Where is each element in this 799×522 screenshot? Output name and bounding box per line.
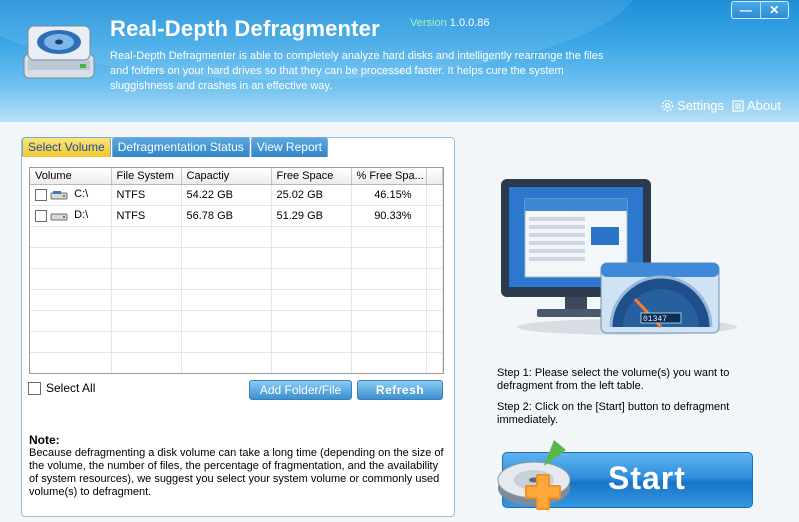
refresh-button[interactable]: Refresh	[357, 380, 443, 400]
settings-link[interactable]: Settings	[661, 98, 724, 113]
empty-row	[30, 226, 443, 248]
volume-name: C:\	[74, 188, 89, 201]
start-label: Start	[608, 460, 686, 496]
file-system-cell: NTFS	[111, 205, 182, 227]
monitor-gauge-illustration: 01347	[501, 179, 737, 335]
tab-view-report[interactable]: View Report	[250, 137, 328, 157]
app-description: Real-Depth Defragmenter is able to compl…	[110, 50, 604, 92]
col-percent-free[interactable]: % Free Spa...	[351, 168, 427, 185]
tab-select-volume[interactable]: Select Volume	[22, 137, 111, 157]
volume-name: D:\	[74, 209, 89, 222]
note-section: Note: Because defragmenting a disk volum…	[29, 434, 449, 499]
volume-cell: D:\	[30, 205, 112, 227]
empty-row	[30, 352, 443, 373]
percent-free-cell: 46.15%	[351, 184, 427, 206]
odometer-readout: 01347	[643, 315, 667, 324]
version-info: Version 1.0.0.86	[410, 17, 490, 29]
select-all-checkbox[interactable]	[28, 381, 41, 395]
close-button[interactable]: ✕	[759, 2, 789, 18]
hard-drive-icon	[50, 190, 68, 200]
document-icon	[732, 99, 744, 112]
about-link[interactable]: About	[732, 98, 781, 113]
col-file-system[interactable]: File System	[111, 168, 182, 185]
col-volume[interactable]: Volume	[30, 168, 112, 185]
empty-row	[30, 289, 443, 311]
version-number: 1.0.0.86	[449, 17, 490, 29]
hard-drive-icon	[50, 213, 68, 221]
table-row[interactable]: C:\ NTFS 54.22 GB 25.02 GB 46.15%	[30, 184, 443, 206]
col-capacity[interactable]: Capactiy	[181, 168, 272, 185]
header-links: Settings About	[661, 98, 781, 113]
disk-logo-icon	[23, 25, 95, 79]
minimize-button[interactable]: —	[732, 2, 760, 18]
empty-row	[30, 247, 443, 269]
col-filler	[426, 168, 443, 185]
version-label: Version	[410, 17, 447, 29]
gear-icon	[661, 99, 674, 112]
step-1-text: Step 1: Please select the volume(s) you …	[497, 367, 730, 392]
select-all[interactable]: Select All	[28, 381, 95, 395]
note-text: Because defragmenting a disk volume can …	[29, 447, 444, 498]
app-header: Real-Depth Defragmenter Version 1.0.0.86…	[0, 0, 799, 122]
note-title: Note:	[29, 433, 60, 447]
free-space-cell: 25.02 GB	[271, 184, 352, 206]
filler-cell	[426, 205, 443, 227]
disk-plus-icon	[497, 440, 571, 510]
settings-label: Settings	[677, 98, 725, 113]
capacity-cell: 54.22 GB	[181, 184, 272, 206]
tab-defragmentation-status[interactable]: Defragmentation Status	[111, 137, 250, 157]
file-system-cell: NTFS	[111, 184, 182, 206]
empty-row	[30, 310, 443, 332]
tab-bar: Select Volume Defragmentation Status Vie…	[22, 137, 329, 157]
table-row[interactable]: D:\ NTFS 56.78 GB 51.29 GB 90.33%	[30, 205, 443, 227]
select-all-label: Select All	[46, 381, 96, 395]
filler-cell	[426, 184, 443, 206]
empty-row	[30, 268, 443, 290]
col-free-space[interactable]: Free Space	[271, 168, 352, 185]
app-title: Real-Depth Defragmenter	[110, 16, 380, 41]
volume-checkbox[interactable]	[35, 209, 47, 222]
capacity-cell: 56.78 GB	[181, 205, 272, 227]
free-space-cell: 51.29 GB	[271, 205, 352, 227]
step-2-text: Step 2: Click on the [Start] button to d…	[497, 401, 730, 426]
percent-free-cell: 90.33%	[351, 205, 427, 227]
about-label: About	[747, 98, 781, 113]
volume-checkbox[interactable]	[35, 188, 47, 201]
volume-table: Volume File System Capactiy Free Space %…	[29, 167, 444, 374]
table-header-row: Volume File System Capactiy Free Space %…	[30, 168, 443, 185]
window-controls: — ✕	[731, 1, 789, 19]
add-folder-file-button[interactable]: Add Folder/File	[249, 380, 352, 400]
volume-cell: C:\	[30, 184, 112, 206]
empty-row	[30, 331, 443, 353]
